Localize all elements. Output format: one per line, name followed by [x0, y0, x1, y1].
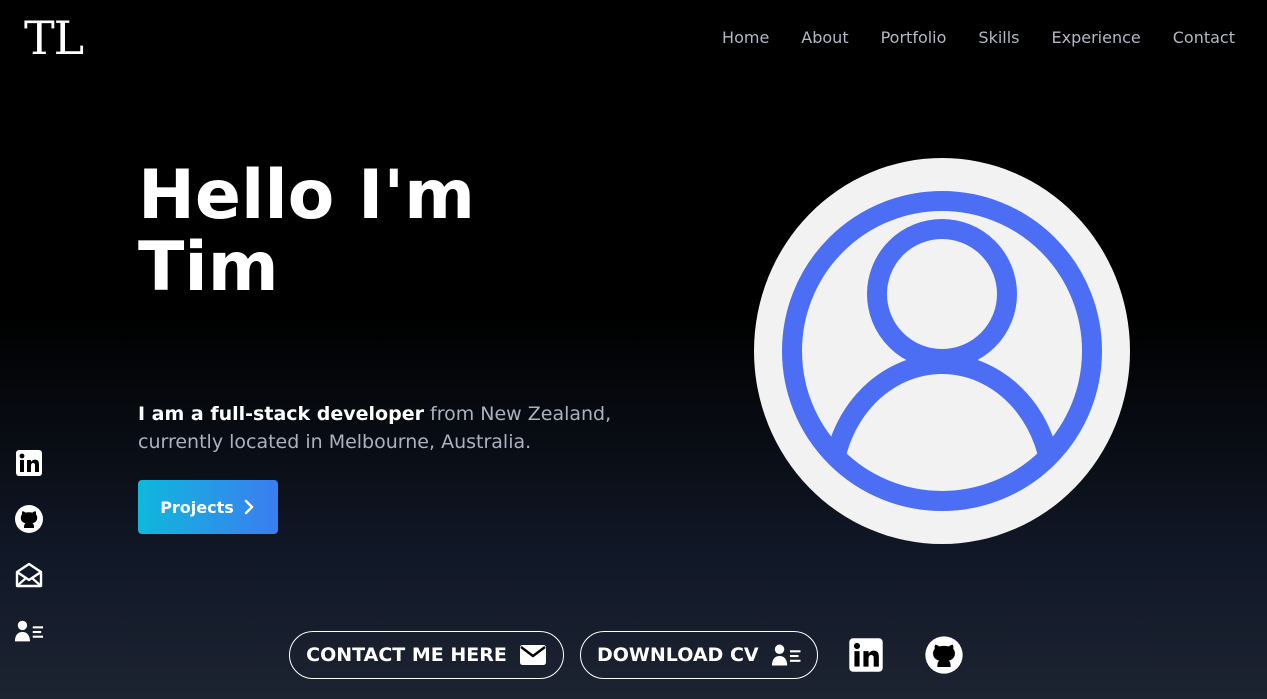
user-avatar-icon	[782, 191, 1102, 511]
bottom-contact-bar: CONTACT ME HERE DOWNLOAD CV	[289, 631, 964, 679]
contact-me-label: CONTACT ME HERE	[306, 644, 507, 666]
chevron-right-icon	[244, 499, 253, 515]
projects-button-label: Projects	[160, 497, 234, 517]
hero-title: Hello I'm Tim	[138, 160, 618, 304]
hero-title-line2: Tim	[138, 228, 279, 307]
github-icon[interactable]	[14, 502, 44, 536]
profile-avatar	[754, 158, 1130, 544]
main-nav: Home About Portfolio Skills Experience C…	[722, 26, 1235, 50]
envelope-icon	[519, 645, 546, 665]
linkedin-icon[interactable]	[14, 446, 44, 480]
nav-about[interactable]: About	[801, 26, 848, 50]
nav-skills[interactable]: Skills	[978, 26, 1019, 50]
mail-icon[interactable]	[14, 558, 44, 592]
projects-button[interactable]: Projects	[138, 480, 278, 534]
download-cv-label: DOWNLOAD CV	[597, 644, 759, 666]
contact-card-icon	[771, 644, 801, 666]
github-icon[interactable]	[924, 635, 964, 675]
nav-portfolio[interactable]: Portfolio	[881, 26, 947, 50]
nav-contact[interactable]: Contact	[1173, 26, 1235, 50]
nav-home[interactable]: Home	[722, 26, 769, 50]
contact-me-button[interactable]: CONTACT ME HERE	[289, 631, 564, 679]
contact-card-icon[interactable]	[14, 614, 44, 648]
linkedin-icon[interactable]	[846, 635, 886, 675]
tagline-bold: I am a full-stack developer	[138, 403, 424, 425]
side-social-links	[14, 446, 44, 648]
hero-tagline: I am a full-stack developer from New Zea…	[138, 400, 618, 456]
nav-experience[interactable]: Experience	[1052, 26, 1141, 50]
hero-title-line1: Hello I'm	[138, 156, 476, 235]
site-logo[interactable]: TL	[24, 10, 84, 66]
download-cv-button[interactable]: DOWNLOAD CV	[580, 631, 818, 679]
